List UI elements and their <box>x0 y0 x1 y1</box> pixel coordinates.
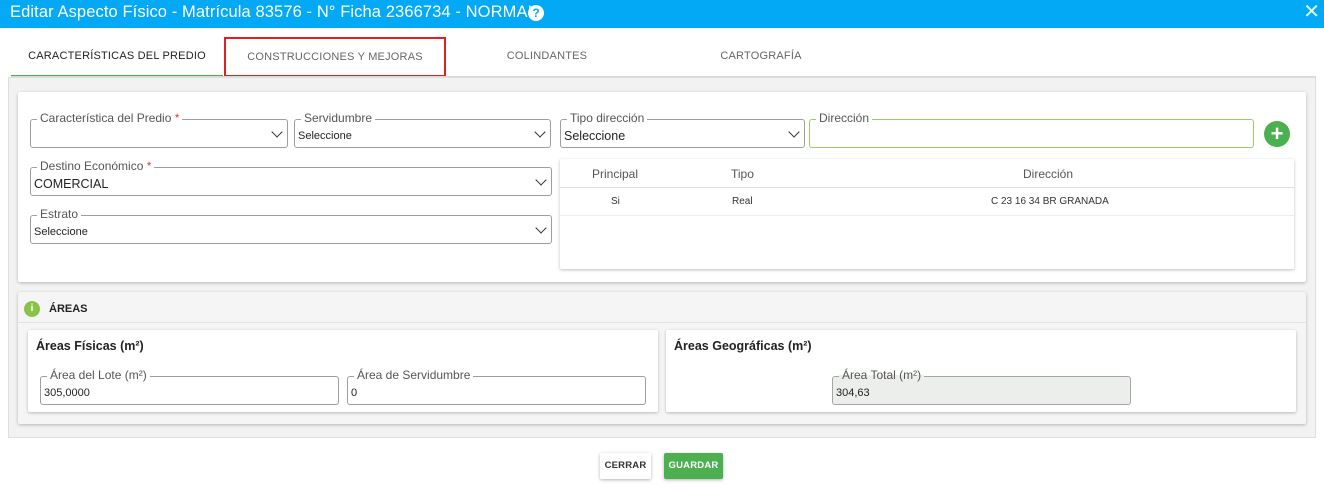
estrato-label: Estrato <box>37 207 82 221</box>
direccion-input[interactable]: Dirección <box>809 111 1254 148</box>
caracteristica-select[interactable]: Característica del Predio * <box>30 111 288 148</box>
tab-cartografia[interactable]: CARTOGRAFÍA <box>661 37 861 77</box>
dialog-titlebar: Editar Aspecto Físico - Matrícula 83576 … <box>0 0 1324 28</box>
tab-caracteristicas[interactable]: CARACTERÍSTICAS DEL PREDIO <box>11 37 223 77</box>
area-lote-input[interactable]: Área del Lote (m²) 305,0000 <box>40 368 339 405</box>
table-header-tipo: Tipo <box>731 167 754 181</box>
close-icon[interactable]: ✕ <box>1303 1 1320 23</box>
areas-fisicas-title: Áreas Físicas (m²) <box>36 339 144 353</box>
chevron-down-icon <box>535 222 547 234</box>
estrato-select[interactable]: Estrato Seleccione <box>30 207 552 244</box>
chevron-down-icon <box>535 174 547 186</box>
tab-colindantes[interactable]: COLINDANTES <box>447 37 647 77</box>
add-address-button[interactable]: + <box>1264 121 1290 147</box>
destino-select[interactable]: Destino Económico * COMERCIAL <box>30 159 552 196</box>
table-header-direccion: Dirección <box>1023 167 1074 181</box>
cerrar-button[interactable]: CERRAR <box>600 453 651 479</box>
tab-bar: CARACTERÍSTICAS DEL PREDIO CONSTRUCCIONE… <box>11 37 1316 77</box>
servidumbre-label: Servidumbre <box>301 111 376 125</box>
dialog-title: Editar Aspecto Físico - Matrícula 83576 … <box>10 3 537 21</box>
area-servidumbre-input[interactable]: Área de Servidumbre 0 <box>347 368 646 405</box>
area-total-label: Área Total (m²) <box>839 368 925 382</box>
area-servidumbre-label: Área de Servidumbre <box>354 368 474 382</box>
table-row[interactable]: Si Real C 23 16 34 BR GRANADA <box>560 188 1294 216</box>
tipo-direccion-label: Tipo dirección <box>567 111 648 125</box>
table-cell-direccion: C 23 16 34 BR GRANADA <box>991 196 1109 207</box>
help-icon[interactable]: ? <box>528 5 544 21</box>
area-lote-label: Área del Lote (m²) <box>47 368 150 382</box>
guardar-button[interactable]: GUARDAR <box>664 453 723 479</box>
servidumbre-value: Seleccione <box>298 130 352 142</box>
destino-label: Destino Económico * <box>37 159 155 173</box>
area-lote-value: 305,0000 <box>44 387 90 399</box>
tipo-direccion-select[interactable]: Tipo dirección Seleccione <box>560 111 805 148</box>
tipo-direccion-value: Seleccione <box>564 129 626 143</box>
address-table: Principal Tipo Dirección Si Real C 23 16… <box>560 159 1294 269</box>
info-icon: i <box>24 301 40 317</box>
area-total-value: 304,63 <box>836 387 870 399</box>
servidumbre-select[interactable]: Servidumbre Seleccione <box>294 111 551 148</box>
areas-card: i ÁREAS Áreas Físicas (m²) Área del Lote… <box>18 292 1306 424</box>
areas-title: ÁREAS <box>49 303 88 315</box>
areas-divider <box>18 322 1306 323</box>
area-servidumbre-value: 0 <box>351 387 358 399</box>
direccion-label: Dirección <box>816 111 873 125</box>
table-header-principal: Principal <box>592 167 639 181</box>
chevron-down-icon <box>788 126 800 138</box>
tab-construcciones[interactable]: CONSTRUCCIONES Y MEJORAS <box>224 37 446 77</box>
predio-card: Característica del Predio * Servidumbre … <box>18 92 1306 282</box>
table-cell-tipo: Real <box>732 196 753 207</box>
area-total-input: Área Total (m²) 304,63 <box>832 368 1131 405</box>
estrato-value: Seleccione <box>34 226 88 238</box>
areas-fisicas-card: Áreas Físicas (m²) Área del Lote (m²) 30… <box>28 330 658 412</box>
destino-value: COMERCIAL <box>34 177 109 191</box>
table-cell-principal: Si <box>611 196 620 207</box>
areas-geograficas-title: Áreas Geográficas (m²) <box>674 339 812 353</box>
chevron-down-icon <box>271 126 283 138</box>
areas-geograficas-card: Áreas Geográficas (m²) Área Total (m²) 3… <box>666 330 1296 412</box>
chevron-down-icon <box>534 126 546 138</box>
caracteristica-label: Característica del Predio * <box>37 111 183 125</box>
